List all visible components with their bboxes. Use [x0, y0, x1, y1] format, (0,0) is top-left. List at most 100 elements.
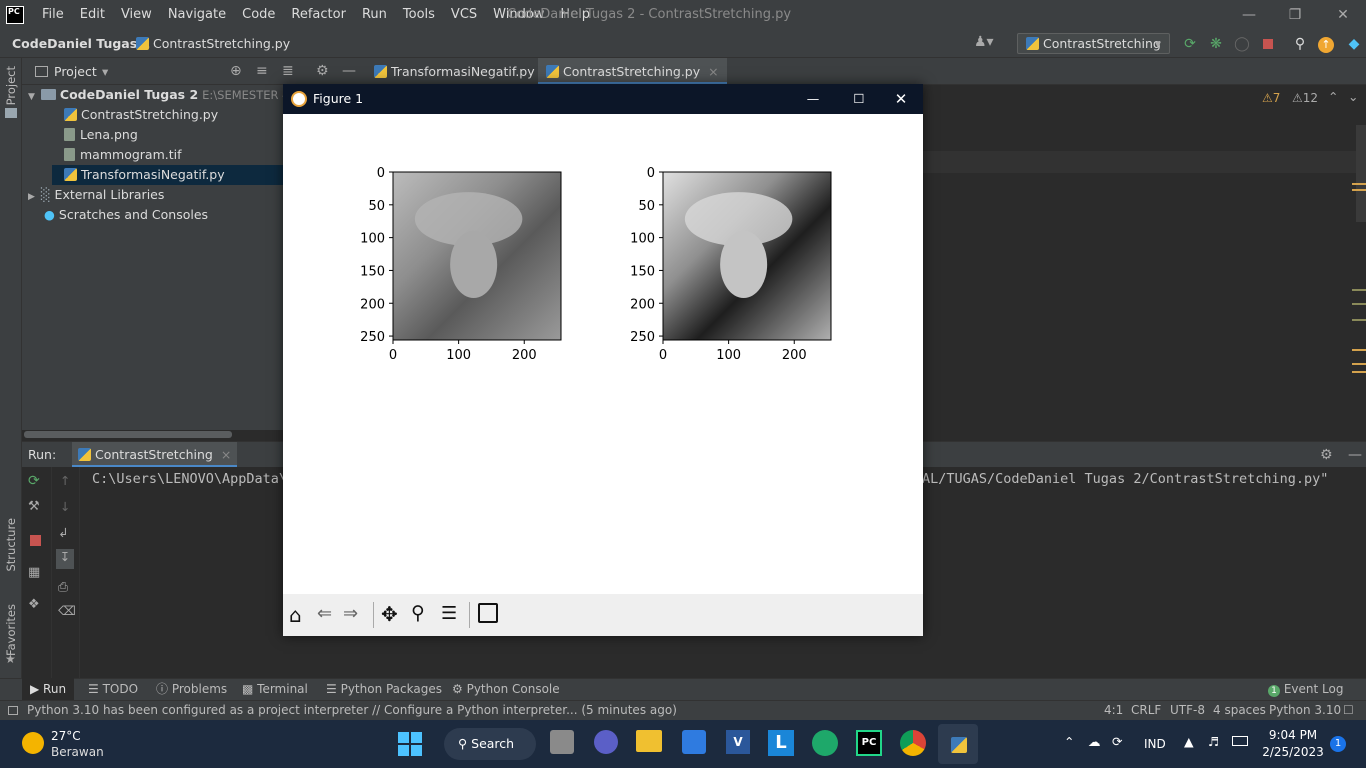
weather-temp[interactable]: 27°C [51, 729, 81, 743]
interpreter[interactable]: Python 3.10 [1269, 701, 1341, 720]
trash-icon[interactable]: ⌫ [58, 603, 76, 618]
configure-subplots-icon[interactable]: ☰ [441, 603, 457, 624]
visio-icon[interactable]: V [726, 730, 750, 754]
close-tab-icon[interactable]: × [221, 447, 231, 462]
minimize-icon[interactable]: — [1226, 0, 1272, 30]
language-indicator[interactable]: IND [1144, 737, 1166, 751]
breadcrumb-file[interactable]: ContrastStretching.py [136, 30, 290, 58]
hide-panel-icon[interactable]: — [342, 58, 356, 85]
warning-count[interactable]: ⚠7 [1262, 91, 1280, 105]
restore-icon[interactable]: ❐ [1272, 0, 1318, 30]
layout-icon[interactable]: ▦ [28, 565, 40, 580]
menu-vcs[interactable]: VCS [443, 0, 485, 30]
chevron-down-icon[interactable]: ▾ [102, 58, 108, 85]
lock-icon[interactable]: ☐ [1343, 701, 1354, 720]
weak-warning-count[interactable]: ⚠12 [1292, 91, 1318, 105]
weather-desc[interactable]: Berawan [51, 745, 104, 759]
volume-icon[interactable]: ♬ [1208, 734, 1219, 749]
pan-icon[interactable]: ✥ [381, 602, 398, 626]
close-tab-icon[interactable]: × [708, 64, 718, 79]
panel-toggle-icon[interactable] [8, 706, 18, 715]
indent-setting[interactable]: 4 spaces [1213, 701, 1266, 720]
editor-scrollbar[interactable] [1356, 125, 1366, 222]
editor-tab[interactable]: TransformasiNegatif.py× [366, 58, 561, 85]
pin-icon[interactable]: ❖ [28, 597, 40, 612]
menu-code[interactable]: Code [234, 0, 283, 30]
debug-icon[interactable]: ❋ [1206, 34, 1226, 54]
python-taskbar-active[interactable] [938, 724, 978, 764]
maximize-icon[interactable]: ☐ [839, 84, 879, 114]
horizontal-scrollbar[interactable] [24, 431, 232, 438]
bottom-tab-terminal[interactable]: ▩ Terminal [242, 678, 308, 700]
forward-icon[interactable]: ⇒ [343, 603, 358, 624]
launcher-l-icon[interactable]: L [768, 730, 794, 756]
favorites-tool-tab[interactable]: Favorites [4, 604, 18, 656]
run-config-dropdown[interactable]: ContrastStretching ▾ [1017, 33, 1170, 54]
search-button[interactable]: ⚲ Search [444, 728, 536, 760]
caret-position[interactable]: 4:1 [1104, 701, 1123, 720]
menu-view[interactable]: View [113, 0, 160, 30]
menu-refactor[interactable]: Refactor [283, 0, 354, 30]
line-separator[interactable]: CRLF [1131, 701, 1161, 720]
gear-icon[interactable]: ⚙ [316, 58, 329, 85]
tree-file[interactable]: ContrastStretching.py [64, 105, 218, 125]
scroll-to-end-icon[interactable]: ↧ [56, 549, 74, 569]
wrench-icon[interactable]: ⚒ [28, 499, 40, 514]
tree-root[interactable]: ▼ CodeDaniel Tugas 2 E:\SEMESTER 4\PEN [28, 85, 316, 105]
collapse-all-icon[interactable]: ≣ [282, 58, 294, 85]
stop-icon[interactable] [1258, 34, 1278, 54]
pycharm-taskbar-icon[interactable]: PC [856, 730, 882, 756]
project-tool-tab[interactable]: Project [4, 66, 18, 105]
print-icon[interactable]: ⎙ [58, 579, 68, 595]
arrow-down-icon[interactable]: ↓ [60, 499, 70, 514]
code-editor[interactable]: ⚠7 ⚠12 ⌃ ⌄ [922, 85, 1366, 430]
stop-icon[interactable] [30, 535, 41, 546]
file-explorer-icon[interactable] [636, 730, 662, 752]
structure-tool-tab[interactable]: Structure [4, 518, 18, 572]
expand-all-icon[interactable]: ≡ [256, 58, 268, 85]
search-icon[interactable]: ⚲ [1290, 34, 1310, 54]
event-log-tab[interactable]: 1 Event Log [1268, 678, 1343, 700]
microsoft-store-icon[interactable] [682, 730, 706, 754]
update-icon[interactable]: ↑ [1316, 34, 1336, 54]
home-icon[interactable]: ⌂ [289, 603, 302, 627]
breadcrumb-project[interactable]: CodeDaniel Tugas 2 [12, 30, 150, 58]
editor-tab-active[interactable]: ContrastStretching.py × [538, 58, 727, 85]
battery-icon[interactable] [1232, 736, 1248, 746]
zoom-icon[interactable]: ⚲ [411, 602, 425, 624]
user-icon[interactable]: ♟▾ [974, 34, 1002, 54]
project-panel-title[interactable]: Project [54, 58, 97, 85]
bottom-tab-todo[interactable]: ☰ TODO [88, 678, 138, 700]
cloud-icon[interactable]: ☁ [1088, 734, 1101, 749]
hide-panel-icon[interactable]: — [1348, 442, 1362, 468]
bottom-tab-python-packages[interactable]: ☰ Python Packages [326, 678, 442, 700]
rerun-icon[interactable]: ⟳ [1180, 34, 1200, 54]
rerun-icon[interactable]: ⟳ [28, 473, 40, 489]
gear-icon[interactable]: ⚙ [1320, 442, 1333, 468]
menu-tools[interactable]: Tools [395, 0, 443, 30]
bottom-tab-python-console[interactable]: ⚙ Python Console [452, 678, 560, 700]
tree-file[interactable]: Lena.png [64, 125, 138, 145]
plugin-icon[interactable]: ◆ [1344, 34, 1364, 54]
arrow-up-icon[interactable]: ↑ [60, 473, 70, 488]
file-encoding[interactable]: UTF-8 [1170, 701, 1205, 720]
tree-file-selected[interactable]: TransformasiNegatif.py [52, 165, 284, 185]
chrome-icon[interactable] [900, 730, 926, 756]
save-icon[interactable] [478, 603, 498, 623]
tree-scratches[interactable]: ● Scratches and Consoles [44, 205, 208, 225]
edge-icon[interactable] [812, 730, 838, 756]
tree-external-libraries[interactable]: ▶ ░ External Libraries [28, 185, 164, 205]
chevron-up-icon[interactable]: ⌃ [1328, 89, 1338, 104]
task-view-icon[interactable] [550, 730, 574, 754]
back-icon[interactable]: ⇐ [317, 603, 332, 624]
sync-icon[interactable]: ⟳ [1112, 734, 1122, 749]
menu-navigate[interactable]: Navigate [160, 0, 234, 30]
notification-badge[interactable]: 1 [1330, 736, 1346, 752]
soft-wrap-icon[interactable]: ↲ [58, 525, 68, 540]
clock-time[interactable]: 9:04 PM [1262, 728, 1324, 742]
bottom-tab-run[interactable]: ▶ Run [22, 678, 74, 700]
run-tab[interactable]: ContrastStretching × [72, 442, 238, 468]
close-icon[interactable]: ✕ [881, 84, 921, 114]
figure-canvas[interactable]: 0 50 100 150 200 250 0 100 200 0 50 100 150 200 250 0 1… [283, 114, 923, 594]
coverage-icon[interactable]: ◯ [1232, 34, 1252, 54]
